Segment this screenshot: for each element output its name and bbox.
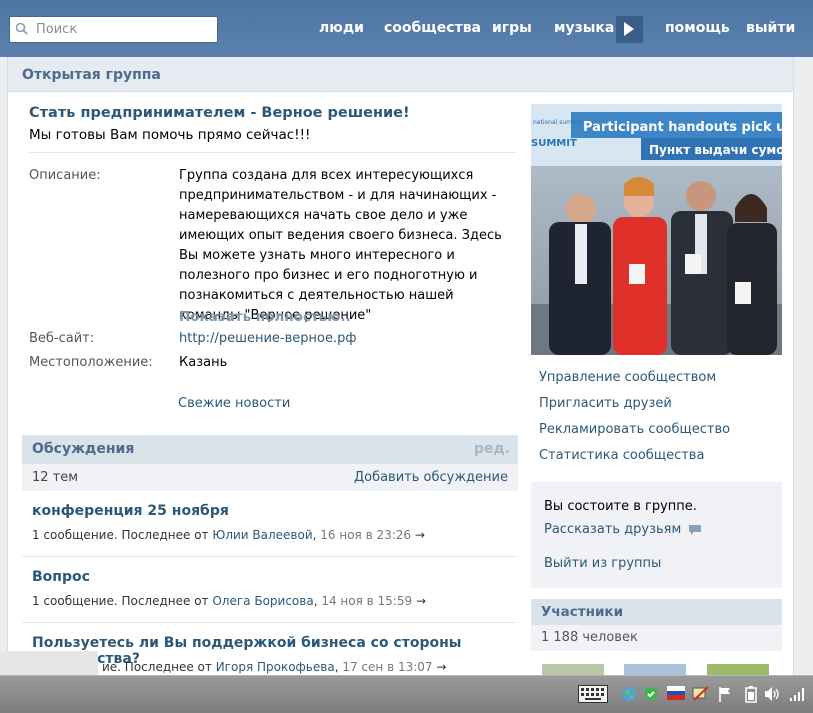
keyboard-icon[interactable] (578, 685, 608, 703)
group-name: Стать предпринимателем - Верное решение! (29, 105, 410, 121)
top-bar: Поиск люди сообщества игры музыка помощь… (0, 0, 813, 57)
banner-text-2: Пункт выдачи сумок (649, 143, 782, 157)
tell-friends-label: Рассказать друзьям (544, 522, 682, 537)
discussions-summary: 12 тем Добавить обсуждение (22, 464, 518, 491)
participants-count: 1 188 человек (541, 630, 638, 645)
topic-date[interactable]: 16 ноя в 23:26 (320, 528, 411, 542)
page-header: Открытая группа (8, 57, 793, 92)
group-photo[interactable]: Participant handouts pick up Пункт выдач… (531, 104, 782, 355)
topic-meta-prefix: 1 сообщение. Последнее от (32, 528, 213, 542)
nav-logout[interactable]: выйти (746, 20, 795, 36)
topic-meta: 1 сообщение. Последнее от Олега Борисова… (32, 594, 426, 608)
website-link[interactable]: http://решение-верное.рф (179, 331, 356, 346)
brand-small-text: national summit (533, 119, 583, 126)
topic-item: Вопрос 1 сообщение. Последнее от Олега Б… (22, 557, 518, 623)
discussions-header: Обсуждения ред. (22, 435, 518, 464)
battery-icon[interactable] (745, 686, 757, 703)
topic-title[interactable]: Вопрос (32, 569, 90, 585)
nav-music[interactable]: музыка (554, 20, 614, 36)
topic-count: 12 тем (32, 470, 79, 485)
location-label: Местоположение: (29, 355, 153, 370)
discussions-title[interactable]: Обсуждения (32, 441, 134, 457)
membership-box: Вы состоите в группе. Рассказать друзьям… (531, 482, 782, 588)
add-discussion-link[interactable]: Добавить обсуждение (354, 470, 508, 485)
overlay-block (0, 651, 98, 675)
nav-communities[interactable]: сообщества (384, 20, 481, 36)
brand-text: SUMMIT (531, 138, 577, 149)
search-icon (15, 22, 28, 35)
no-network-icon[interactable] (692, 686, 710, 702)
speech-bubble-icon (689, 524, 702, 535)
play-icon (624, 22, 634, 36)
leave-group-link[interactable]: Выйти из группы (544, 556, 661, 571)
topic-author-link[interactable]: Юлии Валеевой (212, 528, 312, 542)
nav-help[interactable]: помощь (665, 20, 730, 36)
website-label: Веб-сайт: (29, 331, 95, 346)
arrow-right-icon: → (436, 660, 447, 674)
participants-title[interactable]: Участники (541, 604, 623, 620)
topic-date[interactable]: 14 ноя в 15:59 (321, 594, 412, 608)
topic-meta: ие. Последнее от Игоря Прокофьева, 17 се… (102, 660, 447, 674)
location-value: Казань (179, 355, 228, 370)
nav-people[interactable]: люди (319, 20, 364, 36)
nav-games[interactable]: игры (492, 20, 532, 36)
topic-author-link[interactable]: Игоря Прокофьева (216, 660, 335, 674)
page-title: Открытая группа (22, 67, 161, 83)
banner-text-1: Participant handouts pick up (583, 120, 782, 135)
manage-community-link[interactable]: Управление сообществом (539, 370, 716, 385)
advertise-community-link[interactable]: Рекламировать сообщество (539, 422, 730, 437)
globe-icon[interactable] (621, 686, 637, 702)
topic-author-link[interactable]: Олега Борисова (212, 594, 313, 608)
play-button[interactable] (616, 16, 643, 43)
group-status: Мы готовы Вам помочь прямо сейчас!!! (29, 127, 311, 143)
edit-link[interactable]: ред. (474, 441, 510, 457)
community-stats-link[interactable]: Статистика сообщества (539, 448, 704, 463)
speaker-icon[interactable] (764, 686, 780, 702)
shield-check-icon[interactable] (643, 686, 659, 702)
group-photo-image: Participant handouts pick up Пункт выдач… (531, 104, 782, 355)
flag-russia-icon[interactable] (667, 686, 685, 700)
search-placeholder: Поиск (36, 22, 78, 37)
fresh-news-link[interactable]: Свежие новости (178, 396, 290, 411)
action-center-flag-icon[interactable] (718, 686, 732, 702)
tell-friends-link[interactable]: Рассказать друзьям (544, 522, 702, 537)
membership-status: Вы состоите в группе. (544, 499, 697, 514)
taskbar (0, 675, 813, 713)
group-description: Группа создана для всех интересующихся п… (179, 168, 502, 323)
invite-friends-link[interactable]: Пригласить друзей (539, 396, 672, 411)
topic-item: конференция 25 ноября 1 сообщение. После… (22, 491, 518, 557)
show-more-link[interactable]: Показать полностью.. (179, 309, 351, 325)
participants-summary: 1 188 человек (531, 625, 782, 651)
topic-meta-prefix: ие. Последнее от (102, 660, 216, 674)
signal-bars-icon[interactable] (789, 686, 805, 702)
topic-title[interactable]: конференция 25 ноября (32, 503, 229, 519)
arrow-right-icon: → (414, 528, 425, 542)
arrow-right-icon: → (415, 594, 426, 608)
search-input[interactable]: Поиск (9, 16, 218, 43)
divider (29, 152, 517, 153)
description-label: Описание: (29, 168, 101, 183)
topic-date[interactable]: 17 сен в 13:07 (342, 660, 432, 674)
group-page: Открытая группа Стать предпринимателем -… (7, 57, 794, 677)
topic-meta: 1 сообщение. Последнее от Юлии Валеевой,… (32, 528, 425, 542)
participants-header: Участники (531, 599, 782, 625)
topic-meta-prefix: 1 сообщение. Последнее от (32, 594, 213, 608)
